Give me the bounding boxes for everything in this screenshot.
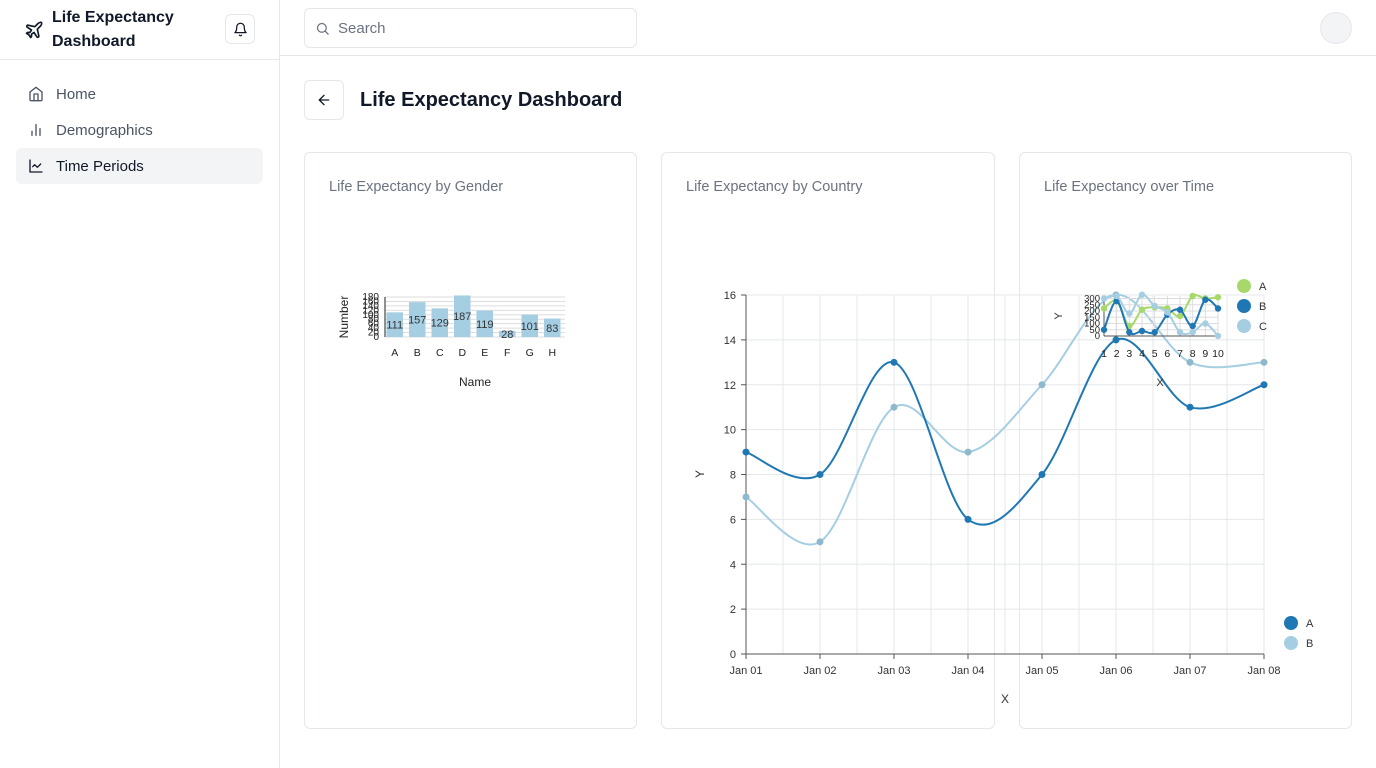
page-header: Life Expectancy Dashboard: [304, 80, 622, 120]
search-box[interactable]: [304, 8, 637, 48]
search-icon: [316, 22, 329, 35]
sidebar-nav: Home Demographics Time Periods: [0, 60, 279, 200]
avatar[interactable]: [1320, 12, 1352, 44]
bell-icon: [233, 22, 247, 36]
card-time: Life Expectancy over Time: [1019, 152, 1352, 729]
card-gender: Life Expectancy by Gender: [304, 152, 637, 729]
x-axis-label: X: [1001, 692, 1009, 706]
plane-icon: [25, 21, 43, 38]
notifications-button[interactable]: [225, 14, 255, 44]
sidebar: Life Expectancy Dashboard Home Demograph…: [0, 0, 280, 768]
home-icon: [29, 86, 43, 102]
line-chart-icon: [29, 159, 43, 173]
brand-header: Life Expectancy Dashboard: [0, 0, 279, 60]
sidebar-item-label: Time Periods: [56, 157, 144, 175]
sidebar-item-home[interactable]: Home: [16, 76, 263, 112]
card-country: Life Expectancy by Country: [661, 152, 995, 729]
arrow-left-icon: [318, 94, 330, 106]
search-input[interactable]: [338, 19, 618, 37]
card-title: Life Expectancy by Gender: [329, 179, 504, 195]
sidebar-item-demographics[interactable]: Demographics: [16, 112, 263, 148]
top-bar: [280, 0, 1376, 56]
sidebar-item-label: Home: [56, 85, 97, 103]
brand-title: Life Expectancy Dashboard: [52, 8, 174, 50]
sidebar-item-time-periods[interactable]: Time Periods: [16, 148, 263, 184]
card-title: Life Expectancy by Country: [686, 179, 863, 195]
bar-chart-icon: [31, 124, 41, 136]
sidebar-item-label: Demographics: [56, 121, 153, 139]
back-button[interactable]: [304, 80, 344, 120]
card-title: Life Expectancy over Time: [1044, 179, 1215, 195]
page-title: Life Expectancy Dashboard: [360, 88, 623, 111]
